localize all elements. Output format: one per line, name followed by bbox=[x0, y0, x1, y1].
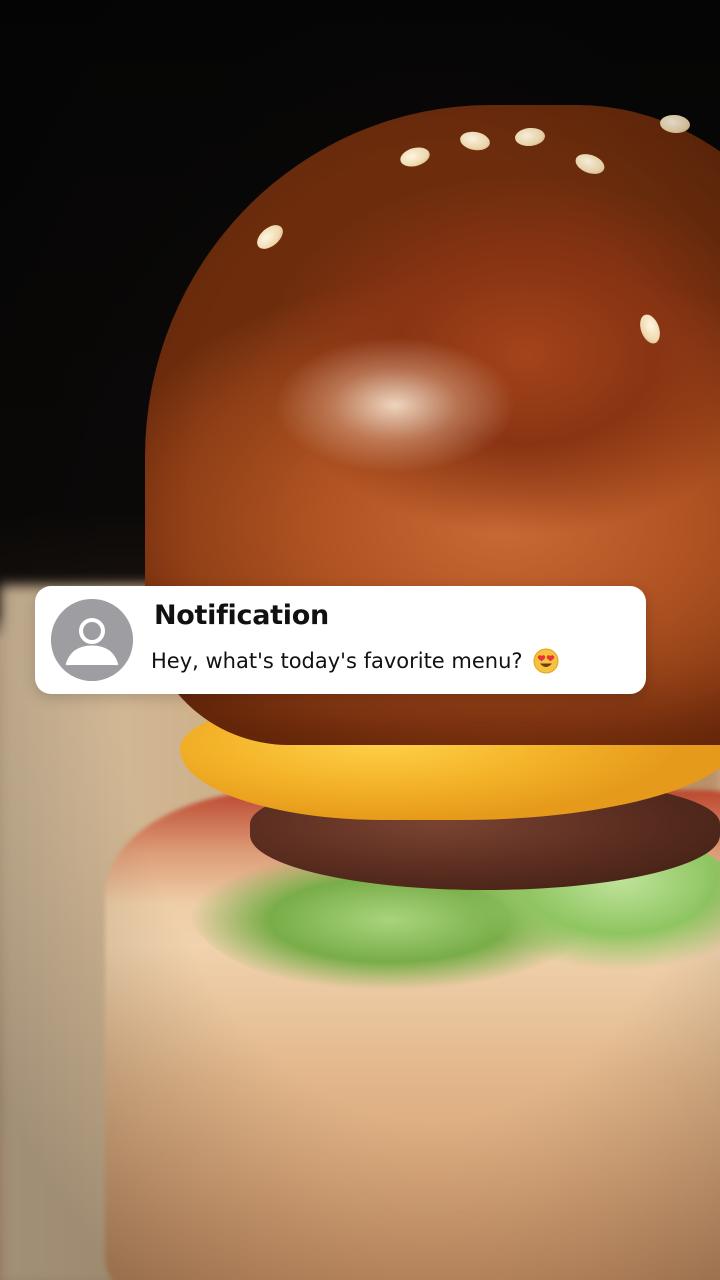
heart-eyes-emoji-icon bbox=[533, 648, 559, 674]
person-icon bbox=[51, 599, 133, 681]
notification-message-row: Hey, what's today's favorite menu? bbox=[151, 648, 559, 674]
notification-message: Hey, what's today's favorite menu? bbox=[151, 649, 523, 673]
notification-title: Notification bbox=[154, 600, 329, 631]
avatar-person-icon bbox=[51, 599, 133, 681]
notification-card[interactable]: Notification Hey, what's today's favorit… bbox=[35, 586, 646, 694]
